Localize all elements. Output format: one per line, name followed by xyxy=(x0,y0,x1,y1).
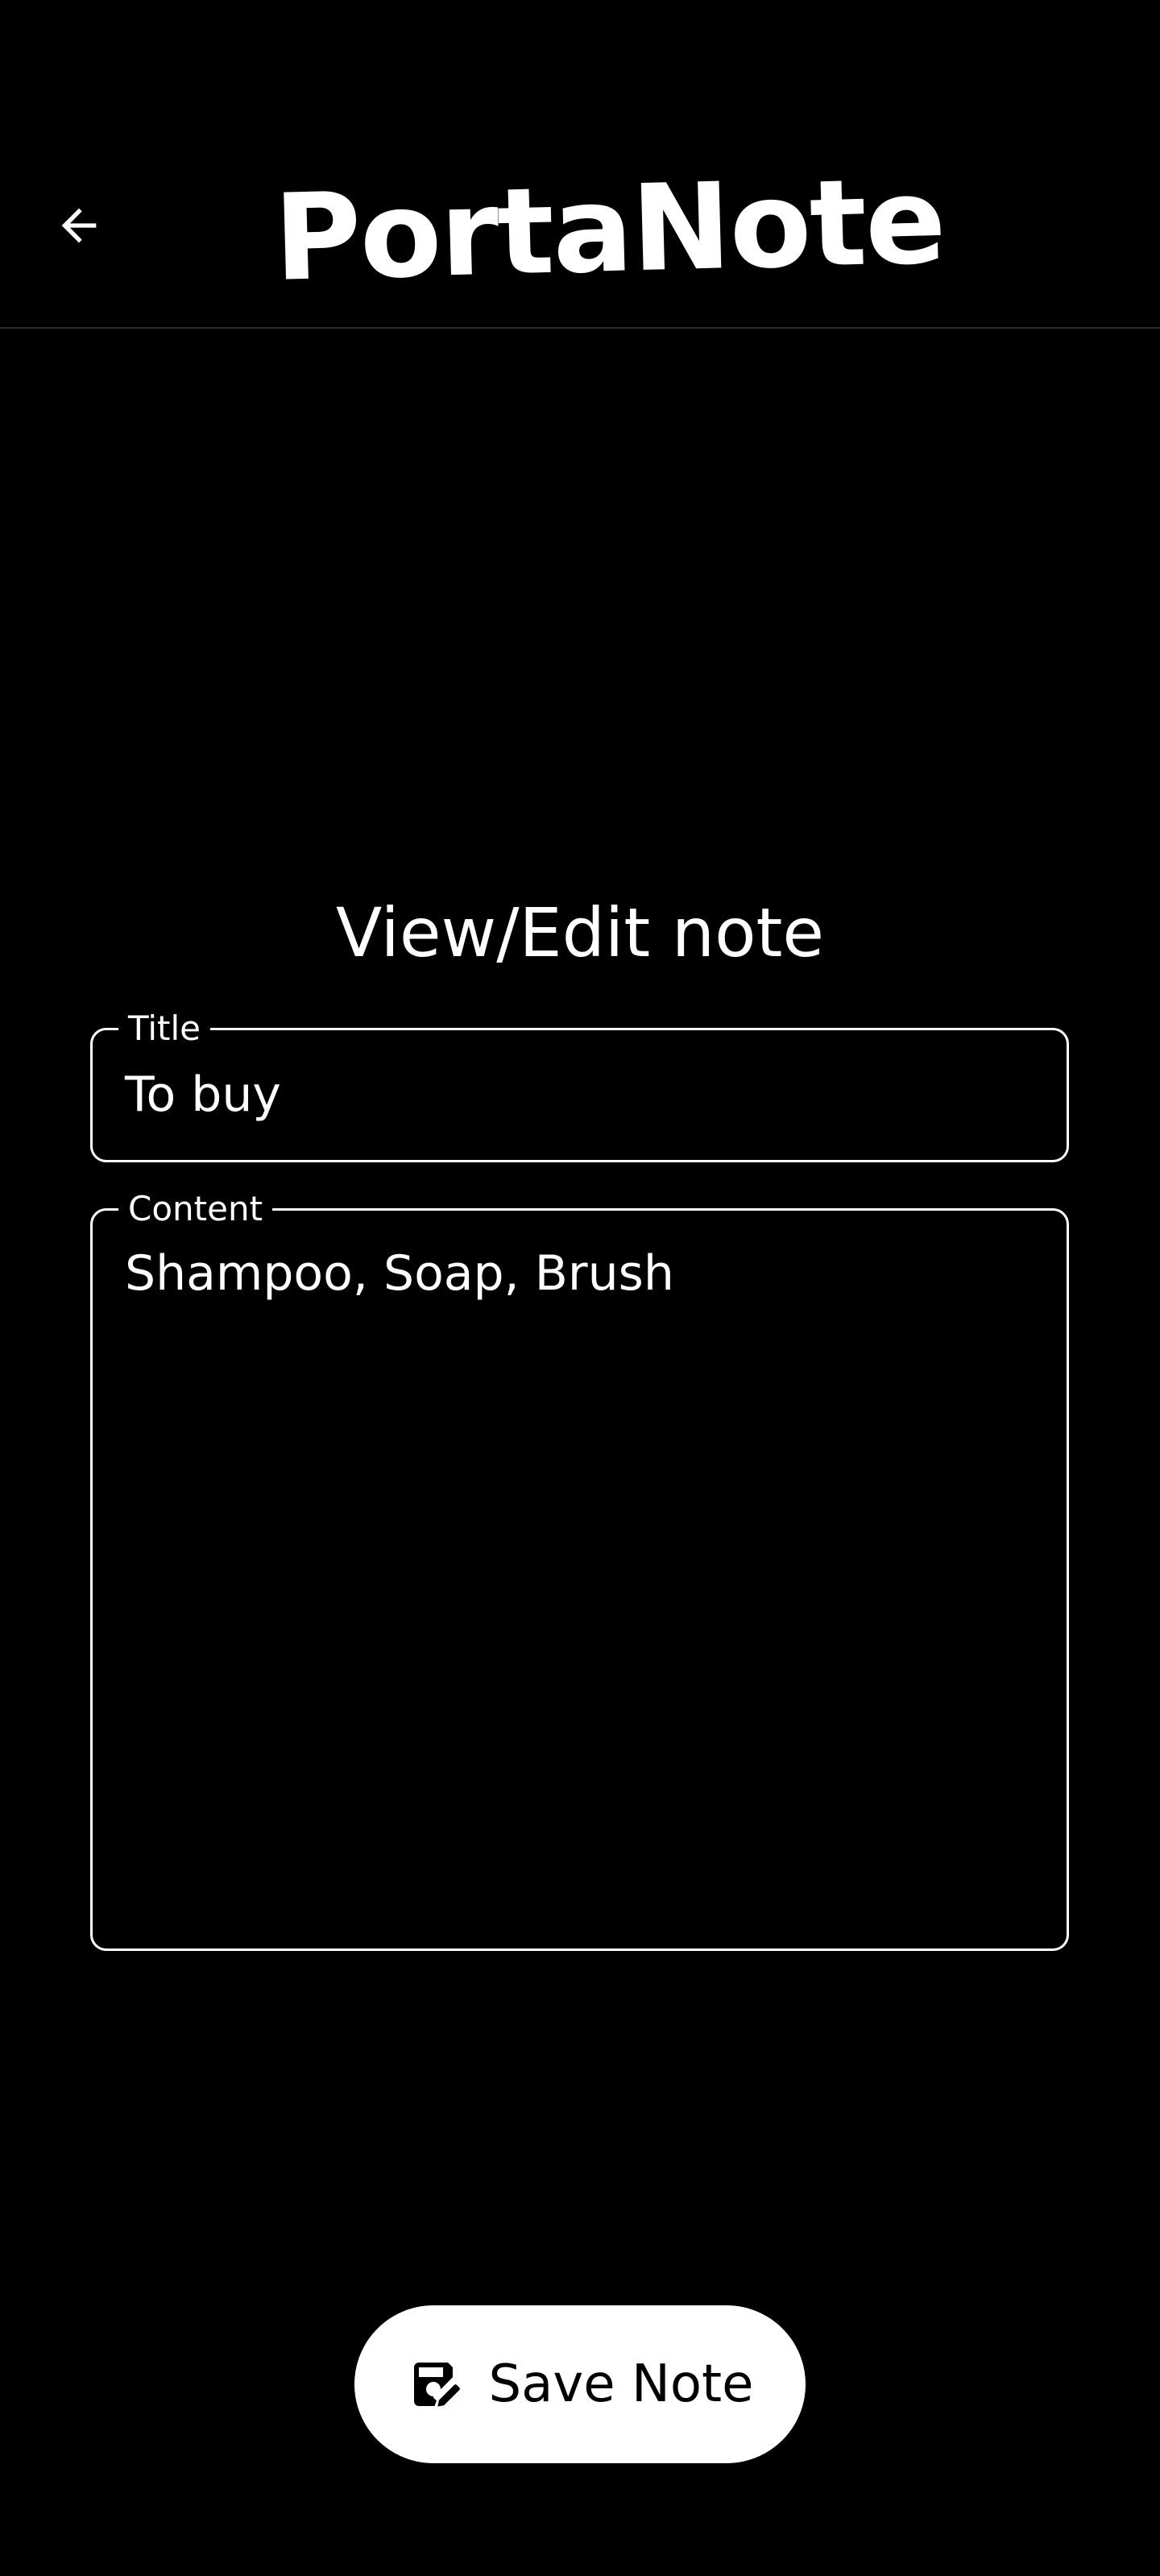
content-textarea[interactable]: Shampoo, Soap, Brush xyxy=(125,1243,1034,1304)
save-note-button[interactable]: Save Note xyxy=(354,2305,806,2463)
title-field[interactable]: Title To buy xyxy=(90,1006,1069,1162)
back-button[interactable] xyxy=(40,187,118,264)
title-field-label: Title xyxy=(118,1006,211,1051)
content-field-label: Content xyxy=(118,1187,273,1232)
save-button-label: Save Note xyxy=(488,2354,754,2414)
save-edit-icon xyxy=(407,2355,465,2413)
app-title: PortaNote xyxy=(271,151,947,308)
arrow-back-icon xyxy=(61,208,97,243)
title-input[interactable]: To buy xyxy=(125,1064,1034,1125)
content-field[interactable]: Content Shampoo, Soap, Brush xyxy=(90,1187,1069,1951)
app-bar: PortaNote xyxy=(0,0,1160,329)
page-title: View/Edit note xyxy=(335,893,825,972)
